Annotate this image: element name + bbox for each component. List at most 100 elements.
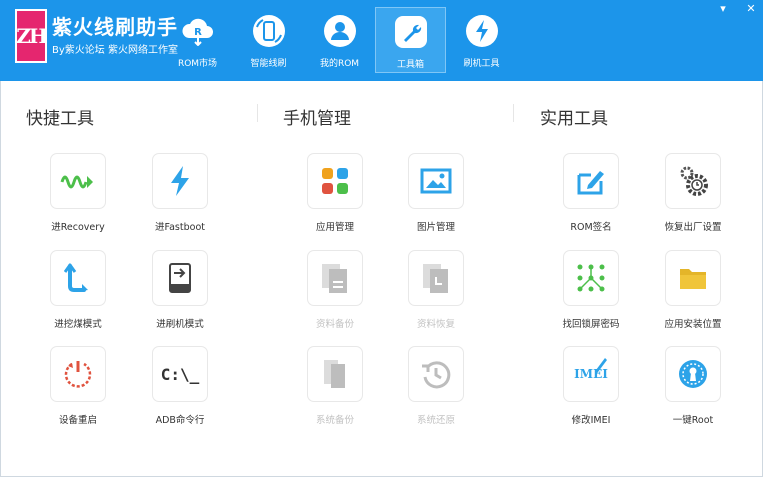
close-button[interactable]: ✕ [745,2,757,15]
tool-dig-mode[interactable]: 进挖煤模式 [33,250,123,340]
terminal-icon: C:\_ [160,364,200,384]
wave-arrow-icon [60,175,93,189]
tool-label: 进Fastboot [155,222,205,233]
cloud-rom-icon: R [180,13,216,49]
tool-icon-box [152,250,208,306]
app-subtitle: By紫火论坛 紫火网络工作室 [52,45,178,56]
nav-my-rom[interactable]: 我的ROM [304,7,375,73]
history-icon [422,361,451,389]
tool-label: 资料备份 [315,319,354,330]
tool-sys-backup: 系统备份 [290,346,380,436]
tool-label: 资料恢复 [416,319,455,330]
app-logo: ZH [15,9,48,63]
tool-icon-box [408,153,464,209]
tool-sys-restore: 系统还原 [391,346,481,436]
main-nav: R ROM市场 智能线刷 我的ROM 工具箱 刷机工具 [162,7,517,73]
tool-reboot[interactable]: 设备重启 [33,346,123,436]
tool-root[interactable]: 一键Root [648,346,738,436]
tool-factory-reset[interactable]: 恢复出厂设置 [648,153,738,243]
tool-icon-box [50,153,106,209]
svg-text:R: R [194,27,202,38]
tool-icon-box [665,250,721,306]
nav-smart-flash[interactable]: 智能线刷 [233,7,304,73]
tool-unlock-pattern[interactable]: 找回锁屏密码 [546,250,636,340]
pattern-lock-icon [577,264,605,292]
tool-label: ROM签名 [570,222,612,233]
document-clock-icon [423,264,448,293]
document-copy-icon [322,264,347,293]
tool-icon-box [408,250,464,306]
phone-enter-icon [169,263,191,293]
tool-label: 设备重启 [58,415,97,426]
keyhole-icon [679,360,707,388]
tool-label: 进挖煤模式 [54,319,102,330]
tool-label: 进Recovery [51,222,105,233]
tool-label: 应用管理 [315,222,354,233]
tool-icon-box [307,153,363,209]
nav-label: 工具箱 [396,60,424,70]
gear-clock-icon [680,166,708,196]
tool-data-restore: 资料恢复 [391,250,481,340]
tool-label: 一键Root [672,415,714,426]
nav-toolbox[interactable]: 工具箱 [375,7,446,73]
tool-icon-box [408,346,464,402]
tool-rom-sign[interactable]: ROM签名 [546,153,636,243]
section-title-phone: 手机管理 [283,109,351,129]
tool-icon-box: IMEI [563,346,619,402]
sign-pen-icon [577,171,604,195]
tool-icon-box [563,250,619,306]
tool-label: 进刷机模式 [156,319,204,330]
section-title-quick: 快捷工具 [26,109,94,129]
image-icon [420,168,452,194]
tool-icon-box [152,153,208,209]
copy-icon [324,360,345,388]
tool-imei-edit[interactable]: IMEI 修改IMEI [546,346,636,436]
nav-label: 刷机工具 [463,59,500,69]
section-title-utility: 实用工具 [540,109,608,129]
nav-flash-tools[interactable]: 刷机工具 [446,7,517,73]
tool-pic-manage[interactable]: 图片管理 [391,153,481,243]
nav-rom-market[interactable]: R ROM市场 [162,7,233,73]
tool-icon-box [50,346,106,402]
app-title: 紫火线刷助手 [52,15,178,39]
logo-text: ZH [16,24,47,48]
section-divider [257,104,258,122]
app-grid-icon [322,168,348,194]
lightning-icon [171,166,189,196]
minimize-button[interactable]: ▾ [717,2,729,15]
tool-app-manage[interactable]: 应用管理 [290,153,380,243]
tool-icon-box [563,153,619,209]
tool-app-location[interactable]: 应用安装位置 [648,250,738,340]
folder-icon [680,269,706,289]
tool-label: ADB命令行 [155,415,205,426]
tool-label: 系统还原 [416,415,455,426]
header-bar: ZH 紫火线刷助手 By紫火论坛 紫火网络工作室 R ROM市场 智能线刷 我的… [0,0,763,81]
section-divider [513,104,514,122]
tool-flash-mode[interactable]: 进刷机模式 [135,250,225,340]
lightning-icon [464,13,500,49]
tool-data-backup: 资料备份 [290,250,380,340]
tool-recovery[interactable]: 进Recovery [33,153,123,243]
nav-label: ROM市场 [177,59,218,69]
tool-icon-box [665,346,721,402]
tool-label: 应用安装位置 [664,319,722,330]
reboot-icon [64,361,92,388]
pen-icon [595,358,607,375]
wrench-icon [393,14,429,50]
nav-label: 智能线刷 [250,59,287,69]
nav-label: 我的ROM [319,59,360,69]
user-icon [322,13,358,49]
tool-label: 找回锁屏密码 [562,319,620,330]
window-controls: ▾ ✕ [717,2,757,15]
tool-icon-box [307,250,363,306]
tool-adb[interactable]: C:\_ ADB命令行 [135,346,225,436]
tool-label: 系统备份 [315,415,354,426]
phone-refresh-icon [251,13,287,49]
tool-icon-box: C:\_ [152,346,208,402]
shovel-icon [64,263,88,292]
tool-fastboot[interactable]: 进Fastboot [135,153,225,243]
tool-label: 图片管理 [416,222,455,233]
tool-label: 修改IMEI [571,415,611,426]
tool-icon-box [665,153,721,209]
tool-icon-box [307,346,363,402]
